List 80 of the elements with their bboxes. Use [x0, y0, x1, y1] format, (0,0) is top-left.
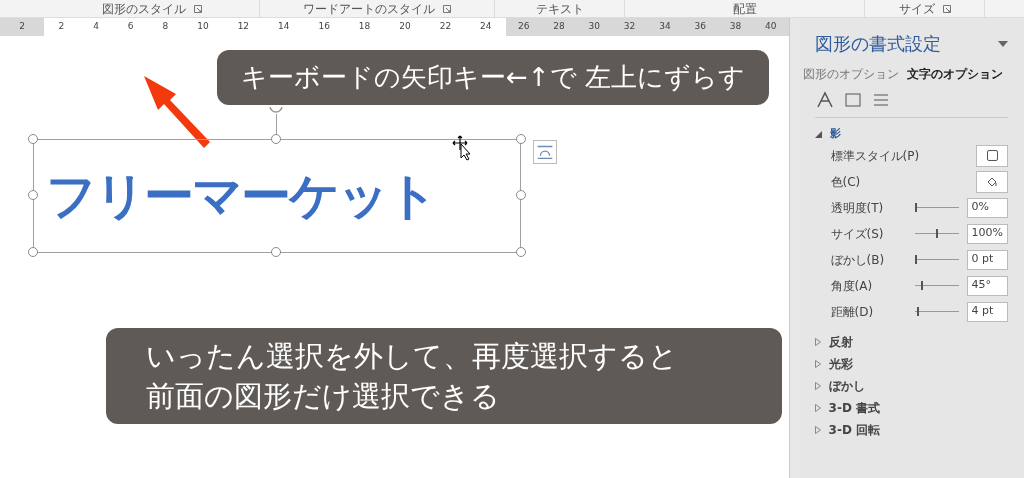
- slider-thumb[interactable]: [914, 255, 917, 264]
- preset-dropdown[interactable]: [976, 144, 1008, 167]
- value-field[interactable]: 0%: [966, 197, 1008, 218]
- ribbon-group-label: 配置: [732, 0, 757, 18]
- resize-handle[interactable]: [516, 190, 526, 200]
- dropdown-icon[interactable]: [998, 40, 1008, 47]
- ruler-number: 36: [694, 20, 706, 34]
- pane-tab[interactable]: 図形のオプション: [802, 65, 899, 83]
- collapsed-triangle-icon: [814, 337, 821, 346]
- resize-handle[interactable]: [271, 247, 281, 257]
- ruler-number: 8: [162, 20, 169, 34]
- ribbon-group-label: 図形のスタイル: [102, 0, 186, 18]
- ruler-number: 2: [58, 20, 65, 34]
- property-label: 色(C): [830, 173, 862, 191]
- layout-options-icon[interactable]: [533, 140, 557, 164]
- property-label: ぼかし(B): [830, 251, 886, 269]
- property-label: サイズ(S): [830, 225, 885, 243]
- dialog-launcher-icon[interactable]: [443, 4, 451, 13]
- section-header[interactable]: 3-D 回転: [814, 420, 1008, 439]
- value-field[interactable]: 100%: [966, 223, 1008, 244]
- dialog-launcher-icon[interactable]: [942, 4, 951, 13]
- slider-thumb[interactable]: [914, 203, 917, 212]
- value-field[interactable]: 45°: [966, 275, 1008, 296]
- ruler-number: 20: [399, 20, 411, 34]
- ruler-number: 38: [729, 20, 742, 34]
- slider-thumb[interactable]: [935, 229, 938, 238]
- ruler-number: 30: [588, 20, 600, 34]
- collapsed-triangle-icon: [814, 403, 821, 412]
- collapsed-triangle-icon: [814, 425, 821, 434]
- dialog-launcher-icon[interactable]: [194, 4, 202, 13]
- move-cursor-icon: [452, 135, 472, 161]
- paint-bucket-icon: [986, 175, 998, 188]
- slider-thumb[interactable]: [916, 307, 919, 316]
- ruler-number: 12: [237, 20, 250, 34]
- ribbon-group-label: サイズ: [898, 0, 935, 18]
- fill-line-icon[interactable]: [814, 91, 835, 109]
- resize-handle[interactable]: [28, 190, 38, 200]
- pane-title: 図形の書式設定: [814, 32, 941, 56]
- ribbon-group-label: ワードアートのスタイル: [303, 0, 435, 18]
- property-label: 角度(A): [830, 277, 874, 295]
- value-field[interactable]: 0 pt: [966, 249, 1008, 270]
- ruler-number: 22: [439, 20, 452, 34]
- resize-handle[interactable]: [516, 134, 526, 144]
- ruler-number: 14: [278, 20, 290, 34]
- property-label: 距離(D): [830, 303, 875, 321]
- resize-handle[interactable]: [516, 247, 526, 257]
- expanded-triangle-icon: [814, 130, 822, 138]
- color-picker-button[interactable]: [976, 170, 1008, 193]
- section-header[interactable]: 影: [814, 126, 1008, 143]
- shape-text: フリーマーケット: [46, 171, 436, 221]
- ruler-number: 18: [358, 20, 371, 34]
- ruler-number: 16: [318, 20, 330, 34]
- caption-overlay: キーボードの矢印キー←↑で 左上にずらす: [215, 48, 771, 107]
- value-field[interactable]: 4 pt: [966, 301, 1008, 322]
- ruler-number: 32: [623, 20, 636, 34]
- resize-handle[interactable]: [28, 134, 38, 144]
- section-header[interactable]: 3-D 書式: [814, 398, 1008, 417]
- ribbon-group-label: テキスト: [535, 0, 584, 18]
- resize-handle[interactable]: [28, 247, 38, 257]
- slider-thumb[interactable]: [921, 281, 924, 290]
- ruler-number: 6: [127, 20, 134, 34]
- section-header[interactable]: 反射: [814, 332, 1008, 351]
- resize-handle[interactable]: [271, 134, 281, 144]
- section-header[interactable]: ぼかし: [814, 376, 1008, 395]
- ruler-number: 24: [480, 20, 492, 34]
- text-box[interactable]: フリーマーケット: [33, 139, 521, 253]
- caption-overlay: いったん選択を外して、再度選択すると 前面の図形だけ選択できる: [104, 326, 784, 426]
- section-header[interactable]: 光彩: [814, 354, 1008, 373]
- ruler-number: 10: [197, 20, 209, 34]
- ruler-number: 26: [517, 20, 530, 34]
- ruler-number: 34: [659, 20, 671, 34]
- collapsed-triangle-icon: [814, 359, 821, 368]
- effects-icon[interactable]: [842, 91, 863, 109]
- ruler-number: 2: [18, 20, 26, 34]
- property-label: 透明度(T): [830, 199, 885, 217]
- ruler-number: 4: [93, 20, 99, 34]
- pane-tab[interactable]: 文字のオプション: [906, 65, 1003, 83]
- ruler-number: 40: [765, 20, 777, 34]
- collapsed-triangle-icon: [814, 381, 821, 390]
- ruler-number: 28: [553, 20, 565, 34]
